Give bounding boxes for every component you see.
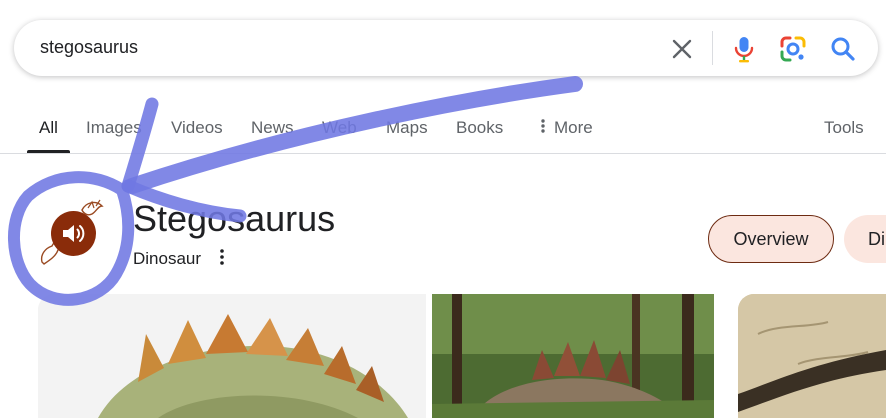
search-submit-button[interactable] bbox=[828, 34, 858, 64]
tab-web[interactable]: Web bbox=[322, 118, 357, 138]
microphone-icon bbox=[734, 37, 754, 63]
search-input[interactable]: stegosaurus bbox=[40, 37, 138, 58]
tab-more-label: More bbox=[554, 118, 593, 137]
tools-button[interactable]: Tools bbox=[824, 118, 864, 138]
tab-videos[interactable]: Videos bbox=[171, 118, 223, 138]
tab-all[interactable]: All bbox=[39, 118, 58, 138]
tab-maps[interactable]: Maps bbox=[386, 118, 428, 138]
tab-news[interactable]: News bbox=[251, 118, 294, 138]
close-icon bbox=[672, 39, 692, 59]
tab-books[interactable]: Books bbox=[456, 118, 503, 138]
speaker-icon bbox=[63, 225, 85, 242]
more-vertical-icon bbox=[541, 119, 545, 133]
search-icon bbox=[831, 37, 855, 61]
more-vertical-icon bbox=[220, 249, 224, 265]
stegosaurus-model-image[interactable] bbox=[38, 294, 426, 418]
pronunciation-audio-button[interactable] bbox=[51, 211, 96, 256]
tab-images[interactable]: Images bbox=[86, 118, 142, 138]
tabs-divider bbox=[0, 153, 886, 154]
knowledge-panel-subtitle: Dinosaur bbox=[133, 249, 202, 268]
chip-second[interactable]: Di bbox=[844, 215, 886, 263]
tab-more[interactable]: More bbox=[538, 118, 593, 138]
search-bar[interactable]: stegosaurus bbox=[14, 20, 878, 76]
stegosaurus-forest-illustration bbox=[432, 294, 714, 418]
chip-overview[interactable]: Overview bbox=[708, 215, 834, 263]
knowledge-panel-more-button[interactable] bbox=[214, 247, 230, 267]
stegosaurus-fossil-illustration bbox=[738, 294, 886, 418]
clear-button[interactable] bbox=[668, 35, 696, 63]
image-search-button[interactable] bbox=[778, 34, 808, 64]
search-bar-separator bbox=[712, 31, 713, 65]
voice-search-button[interactable] bbox=[730, 34, 758, 64]
stegosaurus-fossil-image[interactable] bbox=[738, 294, 886, 418]
stegosaurus-forest-image[interactable] bbox=[432, 294, 714, 418]
knowledge-panel-title: Stegosaurus bbox=[133, 198, 336, 239]
google-lens-icon bbox=[780, 36, 806, 62]
stegosaurus-model-illustration bbox=[38, 294, 426, 418]
search-tabs: All Images Videos News Web Maps Books Mo… bbox=[0, 112, 886, 154]
